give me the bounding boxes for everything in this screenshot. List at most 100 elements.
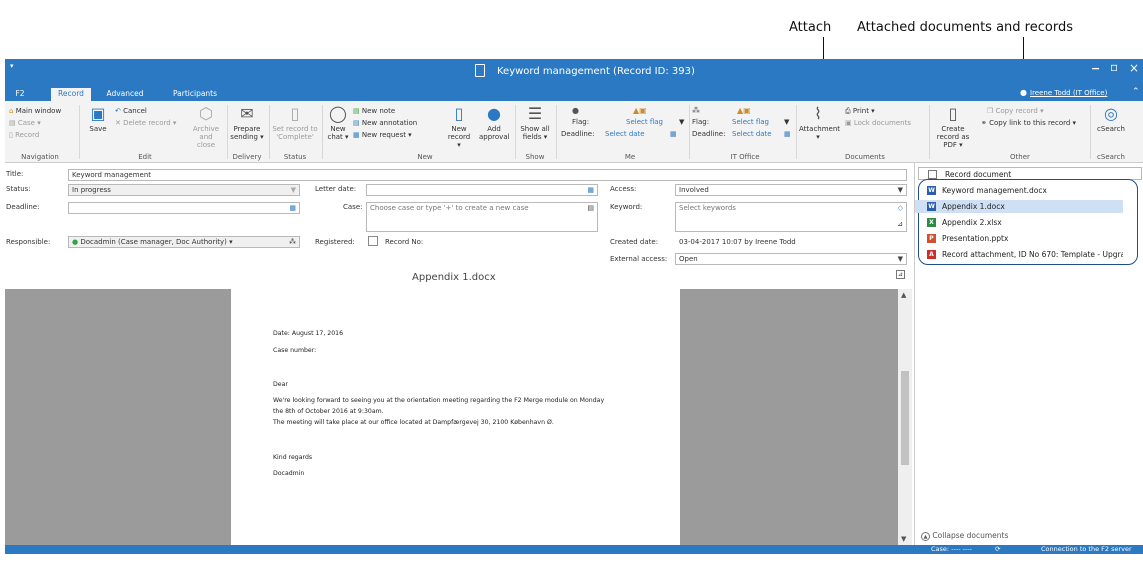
- collapse-documents-button[interactable]: ▲ Collapse documents: [921, 531, 1008, 541]
- delete-record-button[interactable]: ✕ Delete record ▾: [115, 119, 176, 127]
- attached-document-item[interactable]: W Keyword management.docx: [915, 184, 1123, 197]
- tab-record[interactable]: Record: [51, 88, 91, 101]
- add-approval-button[interactable]: ● Add approval: [479, 105, 510, 142]
- minimize-button[interactable]: −: [1091, 62, 1100, 75]
- title-bar: ▾ Keyword management (Record ID: 393) − …: [5, 59, 1143, 87]
- keyword-field[interactable]: Select keywords ◇ ⊿: [675, 202, 907, 232]
- new-record-icon: ▯: [454, 104, 464, 123]
- responsible-label: Responsible:: [6, 238, 51, 246]
- me-deadline-select[interactable]: Select date: [605, 130, 645, 138]
- prepare-sending-button[interactable]: ✉ Prepare sending ▾: [230, 105, 264, 142]
- responsible-select[interactable]: ● Docadmin (Case manager, Doc Authority)…: [68, 236, 300, 248]
- new-request-button[interactable]: ▦ New request ▾: [353, 131, 412, 139]
- access-select[interactable]: Involved ▼: [675, 184, 907, 196]
- it-calendar-icon[interactable]: ▦: [784, 130, 791, 138]
- me-calendar-icon[interactable]: ▦: [670, 130, 677, 138]
- save-button[interactable]: ▣ Save: [85, 104, 111, 134]
- chat-icon: ◯: [329, 104, 347, 123]
- registered-checkbox[interactable]: [368, 236, 378, 246]
- group-label-other: Other: [1010, 153, 1030, 161]
- letter-date: Date: August 17, 2016: [273, 330, 344, 337]
- title-field[interactable]: Keyword management: [68, 169, 907, 181]
- it-deadline-select[interactable]: Select date: [732, 130, 772, 138]
- home-icon: ⌂: [9, 107, 14, 115]
- case-folder-icon[interactable]: ▤: [587, 203, 594, 213]
- record-icon: ▯: [9, 131, 13, 139]
- create-pdf-button[interactable]: ▯ Create record as PDF ▾: [931, 104, 975, 150]
- scroll-down-icon[interactable]: ▼: [901, 535, 906, 543]
- maximize-button[interactable]: ▫: [1110, 60, 1118, 74]
- letter-signature: Docadmin: [273, 470, 305, 477]
- copy-record-button[interactable]: ❐ Copy record ▾: [987, 107, 1044, 115]
- preview-expand-icon[interactable]: ⊿: [896, 270, 905, 279]
- status-case: Case: ---- ----: [931, 545, 972, 553]
- group-label-csearch: cSearch: [1097, 153, 1125, 161]
- group-label-navigation: Navigation: [21, 153, 59, 161]
- case-button[interactable]: ▤ Case ▾: [9, 119, 41, 127]
- show-all-fields-button[interactable]: ☰ Show all fields ▾: [519, 105, 551, 142]
- ribbon-tab-bar: F2 Record Advanced Participants ● Ireene…: [5, 87, 1143, 101]
- attached-record-item[interactable]: A Record attachment, ID No 670: Template …: [915, 248, 1123, 261]
- set-complete-button[interactable]: ▯ Set record to 'Complete': [272, 105, 318, 142]
- status-select[interactable]: In progress ▼: [68, 184, 300, 196]
- tab-participants[interactable]: Participants: [165, 88, 225, 101]
- collapse-ribbon-icon[interactable]: ⌃: [1132, 87, 1140, 97]
- powerpoint-file-icon: P: [927, 234, 936, 243]
- save-icon: ▣: [90, 104, 106, 123]
- expand-icon[interactable]: ⊿: [897, 219, 903, 229]
- document-page: Date: August 17, 2016 Case number: Dear …: [231, 289, 680, 545]
- pdf-icon: ▯: [948, 104, 958, 123]
- letter-body-line: We're looking forward to seeing you at t…: [273, 397, 605, 404]
- window-title: Keyword management (Record ID: 393): [497, 66, 695, 77]
- main-window-button[interactable]: ⌂ Main window: [9, 107, 61, 115]
- people-icon[interactable]: ⁂: [289, 237, 296, 247]
- record-nav-button[interactable]: ▯ Record: [9, 131, 39, 139]
- ribbon-separator: [227, 105, 228, 159]
- it-deadline-label: Deadline:: [692, 130, 726, 138]
- delete-icon: ✕: [115, 119, 121, 127]
- group-label-documents: Documents: [845, 153, 885, 161]
- tab-advanced[interactable]: Advanced: [99, 88, 151, 101]
- status-label: Status:: [6, 185, 31, 193]
- document-preview: Date: August 17, 2016 Case number: Dear …: [5, 289, 912, 545]
- case-label: Case:: [343, 203, 363, 211]
- refresh-icon[interactable]: ⟳: [995, 545, 1000, 554]
- callout-attached-documents: Attached documents and records: [857, 20, 1073, 35]
- calendar-icon[interactable]: ▦: [289, 203, 296, 213]
- me-flag-select[interactable]: Select flag: [626, 118, 663, 126]
- user-name[interactable]: Ireene Todd (IT Office): [1030, 89, 1107, 97]
- scrollbar-thumb[interactable]: [901, 371, 909, 465]
- me-deadline-label: Deadline:: [561, 130, 595, 138]
- attached-document-item[interactable]: X Appendix 2.xlsx: [915, 216, 1123, 229]
- quick-access-icon[interactable]: ▾: [10, 62, 14, 70]
- document-icon: [928, 170, 937, 179]
- copy-link-button[interactable]: ⚭ Copy link to this record ▾: [981, 119, 1076, 127]
- tag-icon[interactable]: ◇: [898, 203, 903, 213]
- it-flag-dropdown-icon[interactable]: ▼: [784, 118, 789, 126]
- scroll-up-icon[interactable]: ▲: [901, 291, 906, 299]
- archive-close-button[interactable]: ⬡ Archive and close: [191, 105, 221, 150]
- attached-document-item[interactable]: W Appendix 1.docx: [915, 200, 1123, 213]
- preview-scrollbar[interactable]: ▲ ▼: [898, 289, 912, 545]
- print-button[interactable]: ⎙ Print ▾: [845, 107, 875, 115]
- cancel-button[interactable]: ↶ Cancel: [115, 107, 147, 115]
- lock-documents-button[interactable]: ▣ Lock documents: [845, 119, 911, 127]
- word-file-icon: W: [927, 202, 936, 211]
- external-access-select[interactable]: Open ▼: [675, 253, 907, 265]
- tab-f2[interactable]: F2: [9, 88, 31, 101]
- calendar-icon[interactable]: ▦: [587, 185, 594, 195]
- close-button[interactable]: ×: [1129, 61, 1139, 75]
- letter-date-field[interactable]: ▦: [366, 184, 598, 196]
- deadline-field[interactable]: ▦: [68, 202, 300, 214]
- new-annotation-button[interactable]: ▤ New annotation: [353, 119, 417, 127]
- new-note-button[interactable]: ▤ New note: [353, 107, 395, 115]
- attached-document-item[interactable]: P Presentation.pptx: [915, 232, 1123, 245]
- new-record-button[interactable]: ▯ New record ▾: [445, 104, 473, 150]
- attachment-button[interactable]: ⌇ Attachment ▾: [799, 105, 840, 142]
- csearch-button[interactable]: ◎ cSearch: [1093, 105, 1129, 134]
- me-flag-dropdown-icon[interactable]: ▼: [679, 118, 684, 126]
- case-field[interactable]: Choose case or type '+' to create a new …: [366, 202, 598, 232]
- access-label: Access:: [610, 185, 637, 193]
- new-chat-button[interactable]: ◯ New chat ▾: [325, 104, 351, 142]
- it-flag-select[interactable]: Select flag: [732, 118, 769, 126]
